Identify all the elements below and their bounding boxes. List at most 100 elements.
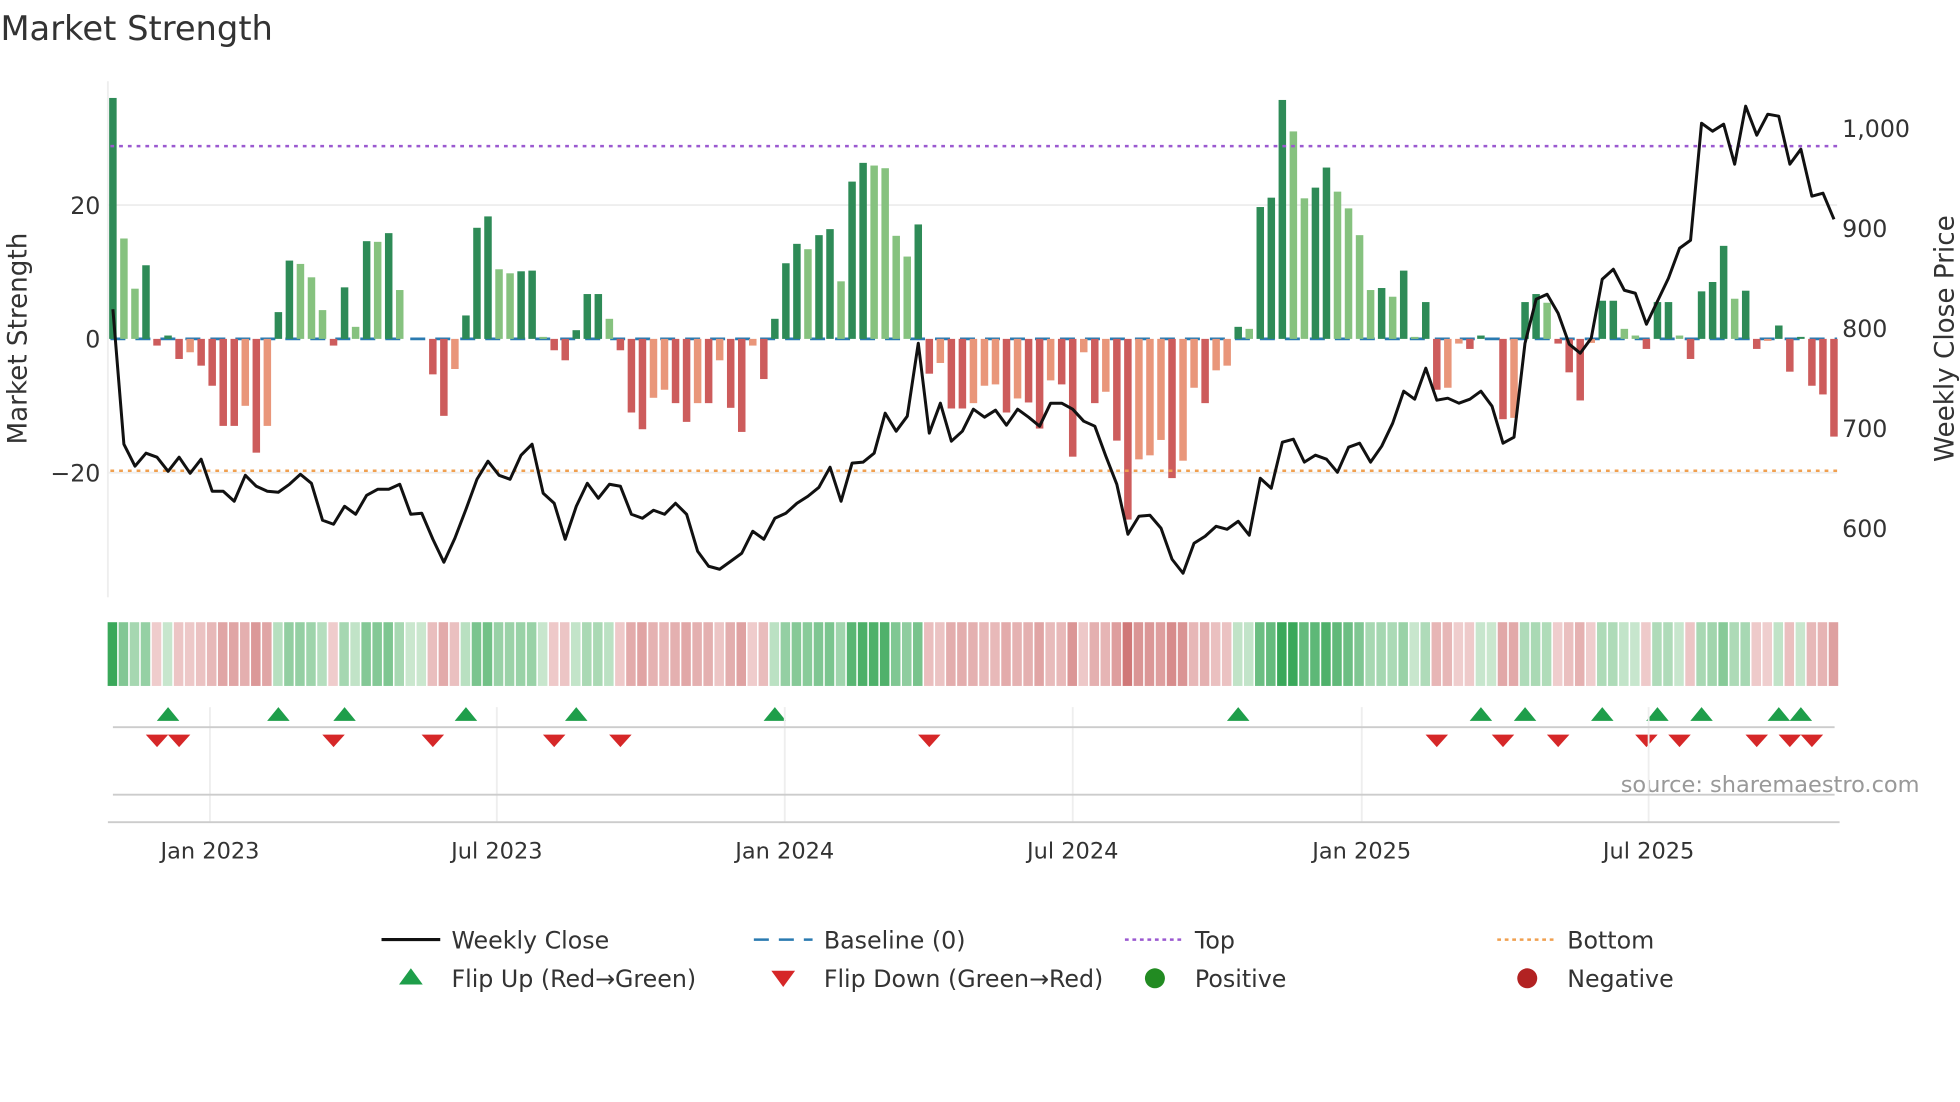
strength-strip-cell: [405, 622, 416, 686]
strength-strip-cell: [901, 622, 912, 686]
strength-strip-cell: [1541, 622, 1552, 686]
strength-strip-cell: [990, 622, 1000, 686]
strength-bar: [1366, 290, 1375, 339]
strength-strip-cell: [372, 622, 382, 686]
strength-bar: [671, 338, 680, 404]
strength-bar: [109, 97, 117, 339]
strength-bar: [1068, 338, 1077, 457]
strength-bar: [1686, 338, 1695, 359]
strength-strip-cell: [681, 622, 691, 686]
flip-up-marker: [1226, 707, 1250, 721]
strength-bar: [914, 224, 923, 339]
strength-strip-cell: [361, 622, 371, 686]
strength-bar: [550, 338, 558, 351]
strength-strip-cell: [868, 622, 879, 686]
strength-bar: [649, 338, 658, 398]
strength-strip-cell: [1365, 622, 1375, 686]
strength-bar: [1223, 338, 1231, 366]
strength-bar: [1730, 298, 1739, 339]
strength-strip-cell: [1067, 622, 1077, 686]
strength-strip-cell: [1586, 622, 1596, 686]
strength-strip-cell: [813, 622, 824, 686]
strength-strip-cell: [1045, 622, 1055, 686]
strength-bar: [1609, 300, 1618, 339]
strength-bar: [208, 338, 216, 386]
strength-bar: [142, 265, 150, 339]
strength-strip-cell: [1652, 622, 1662, 686]
strength-bar: [925, 338, 934, 374]
strength-bar: [726, 338, 735, 408]
strength-strip-cell: [1442, 622, 1453, 686]
strength-strip-cell: [582, 622, 592, 686]
strength-bar: [1355, 235, 1364, 339]
legend-positive-icon: [1144, 968, 1165, 989]
strength-bar: [373, 241, 382, 339]
strength-bar: [197, 338, 205, 366]
strength-strip-cell: [1056, 622, 1066, 686]
strength-bar: [1377, 288, 1386, 339]
strength-strip-cell: [769, 622, 780, 686]
flip-down-marker: [1800, 734, 1824, 748]
strength-strip-cell: [173, 622, 184, 686]
strength-strip-cell: [1718, 622, 1728, 686]
strength-strip-cell: [1707, 622, 1717, 686]
strength-bar: [1256, 207, 1265, 339]
right-tick-label: 900: [1842, 215, 1887, 243]
strength-bar: [429, 338, 437, 375]
strength-bar: [881, 168, 889, 339]
strength-strip-cell: [1012, 622, 1022, 686]
strength-bar: [1245, 328, 1253, 339]
strength-strip-cell: [747, 622, 758, 686]
strength-strip-cell: [548, 622, 559, 686]
strength-bar: [1311, 187, 1320, 339]
left-tick-label: −20: [50, 459, 100, 487]
strength-strip-cell: [1674, 622, 1684, 686]
strength-bar: [594, 294, 603, 339]
strength-strip-cell: [460, 622, 471, 686]
strength-strip-cell: [140, 622, 151, 686]
strength-strip-cell: [482, 622, 493, 686]
strength-strip-cell: [151, 622, 162, 686]
legend-negative-icon: [1517, 968, 1538, 989]
strength-strip-cell: [1806, 622, 1817, 686]
right-tick-label: 1,000: [1842, 115, 1910, 143]
strength-strip-cell: [273, 622, 283, 686]
strength-strip-cell: [968, 622, 978, 686]
flip-up-marker: [1690, 707, 1713, 721]
strength-bar: [771, 318, 779, 339]
strength-bar: [1819, 338, 1827, 395]
strength-strip-cell: [262, 622, 272, 686]
flip-down-marker: [1745, 734, 1768, 748]
strength-strip-cell: [1243, 622, 1254, 686]
strength-strip-cell: [537, 622, 548, 686]
strength-bar: [947, 338, 956, 409]
strength-bar: [1752, 338, 1761, 349]
strength-strip-cell: [1828, 622, 1839, 686]
legend-flip-down-icon: [771, 970, 796, 988]
strength-bar: [1399, 270, 1408, 339]
strength-strip-cell: [1784, 622, 1795, 686]
strength-bar: [1024, 338, 1033, 403]
strength-strip-cell: [857, 622, 868, 686]
left-tick-label: 20: [70, 192, 100, 220]
strength-bar: [1697, 291, 1706, 339]
strength-bar: [1333, 191, 1342, 339]
strength-strip-cell: [1089, 622, 1100, 686]
strength-bar: [252, 338, 261, 453]
strength-bar: [1764, 338, 1772, 341]
flip-up-marker: [267, 707, 290, 721]
strength-bar: [473, 227, 481, 339]
strength-bar: [793, 243, 801, 339]
legend-label: Positive: [1195, 965, 1286, 993]
strength-bar: [1300, 198, 1309, 339]
strength-strip-cell: [648, 622, 658, 686]
strength-bar: [991, 338, 1000, 385]
flip-down-marker: [1635, 734, 1658, 748]
strength-bar: [572, 330, 581, 339]
strength-bar: [1543, 302, 1551, 339]
strength-strip-cell: [1574, 622, 1585, 686]
strength-strip-cell: [1001, 622, 1011, 686]
strength-strip-cell: [626, 622, 636, 686]
strength-bar: [506, 273, 514, 339]
strength-bar: [638, 338, 647, 430]
